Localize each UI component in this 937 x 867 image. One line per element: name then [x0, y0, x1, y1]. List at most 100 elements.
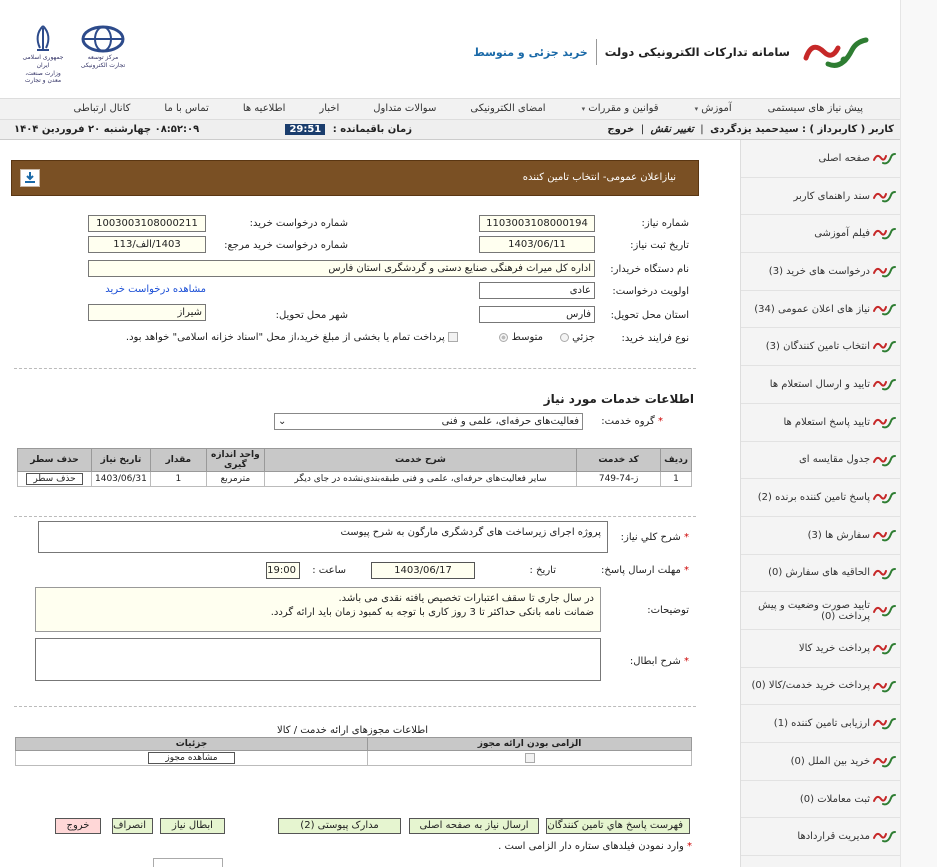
sidebar-item[interactable]: سفارش ها (3) [741, 517, 900, 555]
setad-logo-icon [873, 756, 896, 768]
table-row: 1 ز-74-749 سایر فعالیت‌های حرفه‌ای، علمی… [17, 471, 692, 487]
sidebar-item-label: تایید و ارسال استعلام ها [769, 378, 870, 390]
setad-logo-icon [873, 567, 896, 579]
sidebar-item[interactable]: مدیریت قراردادها [741, 818, 900, 857]
sidebar-item[interactable]: تایید صورت وضعیت و پیش پرداخت (0) [741, 592, 900, 630]
sidebar-item[interactable]: پاسخ تامین کننده برنده (2) [741, 479, 900, 517]
register-date-label: تاریخ ثبت نیاز: [630, 240, 689, 251]
ref-number-field[interactable]: 1403/الف/113 [88, 236, 206, 253]
deadline-label-text: مهلت ارسال پاسخ: [601, 565, 681, 576]
sidebar-item[interactable]: ثبت معاملات (0) [741, 781, 900, 819]
process-medium-radio[interactable] [499, 332, 509, 342]
sidebar-item[interactable]: تایید پاسخ استعلام ها [741, 404, 900, 442]
download-icon [25, 172, 35, 183]
menu-faq[interactable]: سوالات متداول [373, 99, 436, 119]
service-group-value: فعالیت‌های حرفه‌ای، علمی و فنی [441, 416, 579, 427]
table-row: مشاهده مجوز [15, 750, 692, 766]
cancel-need-button[interactable]: ابطال نیاز [160, 818, 225, 834]
sidebar-item[interactable]: انتخاب تامین کنندگان (3) [741, 328, 900, 367]
emblems: مرکز توسعه تجارت الکترونیکی جمهوری اسلام… [20, 24, 126, 85]
supplier-responses-button[interactable]: فهرست پاسخ هاي تامين كنندگان [546, 818, 690, 834]
date-label: تاریخ : [529, 565, 556, 576]
register-date-field[interactable]: 1403/06/11 [479, 236, 595, 253]
menu-contact[interactable]: تماس با ما [164, 99, 208, 119]
province-label: استان محل تحویل: [610, 310, 689, 321]
divider [14, 706, 696, 707]
sidebar-item[interactable]: نیاز های اعلان عمومی (34) [741, 291, 900, 329]
bottom-tab [153, 858, 223, 867]
cell-desc: سایر فعالیت‌های حرفه‌ای، علمی و فنی طبقه… [263, 471, 578, 487]
payment-checkbox[interactable] [448, 332, 458, 342]
exit-button[interactable]: خروج [55, 818, 101, 834]
sidebar-item[interactable]: خرید بین الملل (0) [741, 743, 900, 781]
brand[interactable]: سامانه تدارکات الکترونیکی دولت خرید جزئی… [473, 30, 872, 74]
table-header-row: الزامی بودن ارائه مجوز جزئیات [15, 737, 692, 751]
process-small-radio[interactable] [559, 332, 569, 342]
emblem-caption-2: مرکز توسعه تجارت الکترونیکی [80, 54, 126, 69]
view-request-link[interactable]: مشاهده درخواست خرید [105, 284, 206, 295]
sidebar-item[interactable]: درخواست های خرید (3) [741, 253, 900, 291]
province-field[interactable]: فارس [479, 306, 595, 323]
footer-note: * وارد نمودن فیلدهای ستاره دار الزامی اس… [498, 841, 692, 852]
process-small-option[interactable]: جزئي [559, 332, 595, 343]
process-medium-option[interactable]: متوسط [499, 332, 543, 343]
download-button[interactable] [20, 169, 40, 187]
withdraw-button[interactable]: انصراف [112, 818, 153, 834]
service-group-select[interactable]: فعالیت‌های حرفه‌ای، علمی و فنی ⌄ [274, 413, 583, 430]
menu-announcements[interactable]: اطلاعیه ها [243, 99, 286, 119]
menu-prerequisites[interactable]: پیش نیاز های سیستمی [768, 99, 863, 119]
table-header-row: ردیف کد خدمت شرح خدمت واحد اندازه گیری م… [17, 448, 692, 472]
sidebar-item-label: انتخاب تامین کنندگان (3) [765, 341, 870, 353]
sidebar-item[interactable]: الحاقیه های سفارش (0) [741, 555, 900, 593]
logout-link[interactable]: خروج [607, 124, 634, 135]
menu-training[interactable]: آموزش ▾ [695, 99, 732, 119]
status-bar: کاربر ( کاربرداز ) : سیدحمید یزدگردی | ت… [0, 120, 900, 140]
menu-news[interactable]: اخبار [319, 99, 339, 119]
chevron-down-icon: ▾ [581, 105, 586, 113]
setad-logo-icon [873, 190, 896, 203]
menu-e-signature[interactable]: امضای الکترونیکی [470, 99, 545, 119]
sidebar-item[interactable]: سند راهنمای کاربر [741, 178, 900, 216]
view-permit-button[interactable]: مشاهده مجوز [148, 752, 235, 764]
sidebar-item-label: جدول مقایسه ای [798, 454, 870, 466]
buyer-field[interactable]: اداره کل میراث فرهنگی صنایع دستی و گردشگ… [88, 260, 595, 277]
menu-channel[interactable]: کانال ارتباطی [74, 99, 131, 119]
remaining-label: زمان باقیمانده : [332, 124, 412, 135]
site-header: سامانه تدارکات الکترونیکی دولت خرید جزئی… [0, 0, 900, 98]
notes-field[interactable]: در سال جاری تا سقف اعتبارات تخصیص یافته … [35, 587, 601, 632]
user-info: کاربر ( کاربرداز ) : سیدحمید یزدگردی | ت… [607, 124, 894, 135]
delete-row-button[interactable]: حذف سطر [26, 473, 83, 485]
permit-required-checkbox[interactable] [524, 752, 535, 763]
setad-logo-icon [873, 379, 896, 391]
main-content: نیازاعلان عمومی- انتخاب تامین کننده شمار… [0, 140, 703, 867]
send-home-button[interactable]: ارسال نیاز به صفحه اصلی [409, 818, 539, 834]
cell-date: 1403/06/31 [91, 471, 151, 487]
sidebar-item[interactable]: فیلم آموزشی [741, 215, 900, 254]
deadline-time-field[interactable]: 19:00 [266, 562, 300, 579]
city-field[interactable]: شیراز [88, 304, 206, 321]
deadline-date-field[interactable]: 1403/06/17 [371, 562, 475, 579]
setad-logo-icon [873, 266, 896, 278]
general-desc-field[interactable]: پروژه اجرای زیرساخت های گردشگری مارگون ب… [38, 521, 608, 553]
change-role-link[interactable]: تغییر نقش [651, 124, 694, 135]
sidebar-item[interactable]: جدول مقایسه ای [741, 442, 900, 480]
cancel-desc-field[interactable] [35, 638, 601, 681]
cell-qty: 1 [149, 471, 207, 487]
sidebar-item[interactable]: پرداخت خرید خدمت/کالا (0) [741, 668, 900, 706]
sidebar-item[interactable]: ارزیابی تامین کننده (1) [741, 705, 900, 743]
priority-field[interactable]: عادی [479, 282, 595, 299]
current-datetime: ۰۸:۵۲:۰۹ چهارشنبه ۲۰ فروردین ۱۴۰۴ [14, 124, 200, 135]
sidebar-item[interactable]: صفحه اصلی [741, 140, 900, 178]
col-permit-required: الزامی بودن ارائه مجوز [367, 737, 692, 751]
menu-laws[interactable]: قوانین و مقررات ▾ [582, 99, 659, 119]
col-date: تاریخ نیاز [91, 448, 151, 472]
setad-logo-icon [803, 37, 869, 68]
sidebar-item[interactable]: تایید و ارسال استعلام ها [741, 366, 900, 404]
purchase-request-field[interactable]: 1003003108000211 [88, 215, 206, 232]
need-number-field[interactable]: 1103003108000194 [479, 215, 595, 232]
attachments-button[interactable]: مدارک پیوستی (2) [278, 818, 401, 834]
sidebar-item[interactable]: پرداخت خرید کالا [741, 630, 900, 668]
scrollbar[interactable] [900, 0, 937, 867]
time-label: ساعت : [312, 565, 346, 576]
sidebar-item-label: تایید پاسخ استعلام ها [783, 416, 870, 428]
